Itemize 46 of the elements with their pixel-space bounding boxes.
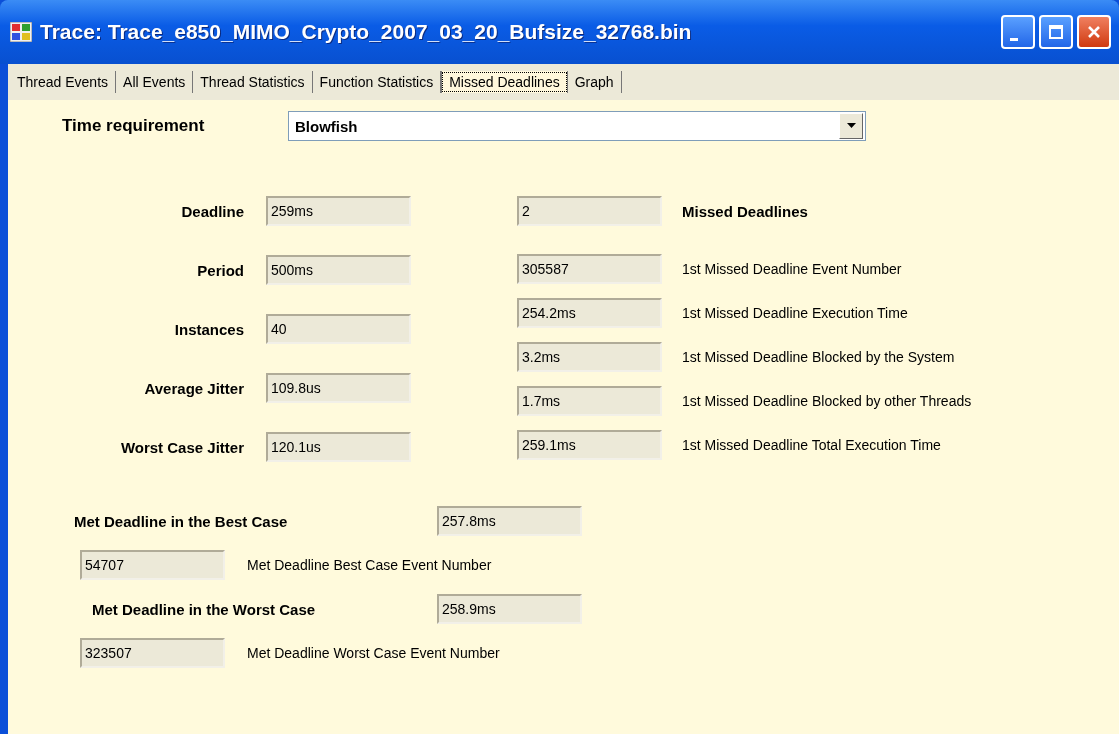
readonly-field[interactable]: 323507 [80,638,225,668]
field-label: 1st Missed Deadline Blocked by other Threads [682,393,972,409]
maximize-button[interactable] [1039,15,1073,49]
section-heading: Met Deadline in the Best Case [74,512,289,530]
readonly-field[interactable]: 40 [266,314,411,344]
field-label: 1st Missed Deadline Execution Time [682,305,908,321]
app-icon [10,22,32,42]
readonly-field[interactable]: 257.8ms [437,506,582,536]
readonly-field[interactable]: 2 [517,196,662,226]
field-label: 1st Missed Deadline Blocked by the System [682,349,955,365]
field-label: Met Deadline Best Case Event Number [247,557,492,573]
field-label: 1st Missed Deadline Event Number [682,261,902,277]
minimize-icon [1010,37,1018,41]
caret-icon [846,123,856,129]
close-button[interactable] [1077,15,1111,49]
field-label: Missed Deadlines [682,202,808,220]
tab[interactable]: Thread Events [10,71,117,93]
field-label: Instances [173,320,244,338]
readonly-field[interactable]: 259.1ms [517,430,662,460]
readonly-field[interactable]: 254.2ms [517,298,662,328]
readonly-field[interactable]: 305587 [517,254,662,284]
section-heading: Met Deadline in the Worst Case [92,600,317,618]
time-requirement-dropdown[interactable]: Blowfish [288,111,866,141]
field-label: Time requirement [62,116,206,136]
field-label: Average Jitter [143,379,244,397]
readonly-field[interactable]: 258.9ms [437,594,582,624]
field-label: Met Deadline Worst Case Event Number [247,645,500,661]
readonly-field[interactable]: 120.1us [266,432,411,462]
close-icon [1086,24,1102,40]
tab[interactable]: Missed Deadlines [441,71,568,93]
readonly-field[interactable]: 259ms [266,196,411,226]
field-label: 1st Missed Deadline Total Execution Time [682,437,941,453]
readonly-field[interactable]: 500ms [266,255,411,285]
field-label: Worst Case Jitter [119,438,244,456]
tab[interactable]: All Events [116,71,194,93]
minimize-button[interactable] [1001,15,1035,49]
readonly-field[interactable]: 109.8us [266,373,411,403]
readonly-field[interactable]: 3.2ms [517,342,662,372]
tab[interactable]: Graph [567,71,622,93]
maximize-icon [1048,24,1064,40]
readonly-field[interactable]: 1.7ms [517,386,662,416]
field-label: Deadline [180,202,244,220]
readonly-field[interactable]: 54707 [80,550,225,580]
tab[interactable]: Thread Statistics [193,71,313,93]
window-title: Trace: Trace_e850_MIMO_Crypto_2007_03_20_Bufsize_32768.bin [40,20,693,44]
field-label: Period [196,261,244,279]
